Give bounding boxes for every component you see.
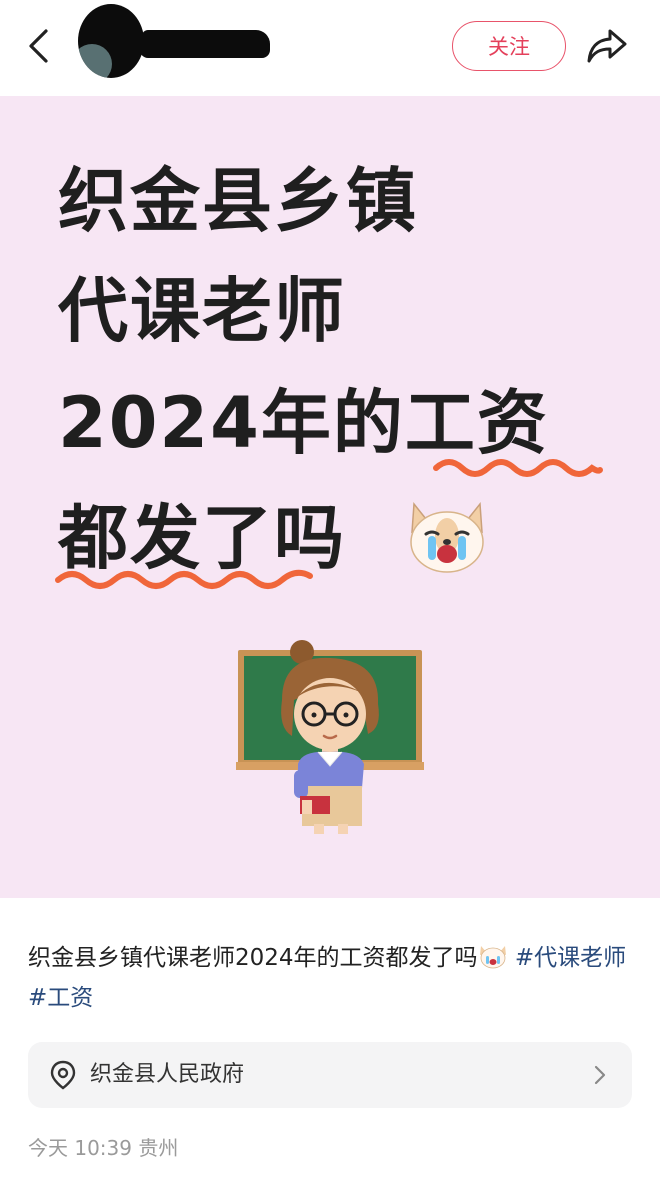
wavy-underline-1 [433,459,603,477]
back-button[interactable] [18,24,58,68]
location-label: 织金县人民政府 [90,1062,245,1087]
chevron-left-icon [29,29,48,63]
post-caption: 织金县乡镇代课老师2024年的工资都发了吗 #代课老师 #工资 [28,938,628,1018]
wavy-underline-2 [55,569,313,589]
hashtag[interactable]: #工资 [28,985,93,1011]
author-avatar[interactable] [78,4,144,78]
chevron-right-icon [594,1065,606,1085]
follow-button[interactable]: 关注 [452,21,566,71]
post-region: 贵州 [138,1136,179,1160]
location-card[interactable]: 织金县人民政府 [28,1042,632,1108]
crying-dog-emoji-icon [410,502,484,573]
teacher-illustration [236,640,424,834]
caption-text: 织金县乡镇代课老师2024年的工资都发了吗 [28,945,478,971]
post-meta: 今天 10:39 贵州 [28,1132,178,1161]
top-bar: 关注 [0,0,660,96]
crying-dog-emoji-icon [479,946,506,969]
poster-headline-line-2: 代课老师 [58,270,346,352]
share-arrow-icon [587,29,627,63]
post-timestamp: 今天 10:39 [28,1136,132,1160]
share-button[interactable] [584,24,630,68]
location-pin-icon [50,1060,76,1090]
post-image[interactable]: 织金县乡镇 代课老师 2024年的工资 都发了吗 [0,96,660,898]
poster-headline-line-1: 织金县乡镇 [58,160,418,242]
hashtag[interactable]: #代课老师 [515,945,626,971]
author-name-redacted-part [140,42,180,58]
